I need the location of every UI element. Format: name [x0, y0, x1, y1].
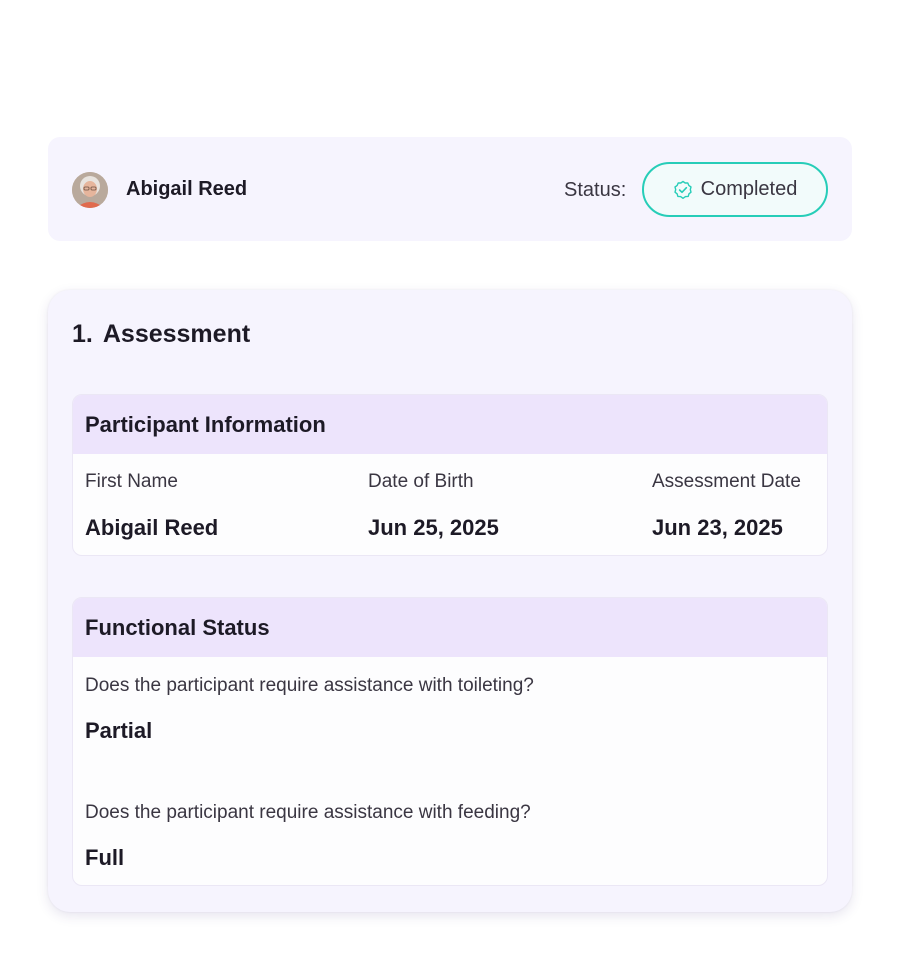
section-title-text: Assessment	[102, 320, 251, 348]
assessment-card: 1. Assessment Participant Information Fir…	[48, 290, 852, 912]
panel-title: Functional Status	[73, 598, 827, 657]
field-label: Assessment Date	[652, 471, 801, 492]
section-title: 1. Assessment	[72, 320, 250, 349]
participant-information-panel: Participant Information First Name Abiga…	[72, 394, 828, 556]
status-badge[interactable]: Completed	[642, 162, 828, 217]
field-value: Abigail Reed	[85, 515, 219, 540]
field-value: Jun 25, 2025	[368, 515, 499, 540]
answer-feeding: Full	[85, 845, 125, 870]
status-value: Completed	[700, 178, 798, 200]
field-value: Jun 23, 2025	[652, 515, 783, 540]
answer-toileting: Partial	[85, 718, 153, 743]
panel-title: Participant Information	[73, 395, 827, 454]
field-date-of-birth: Date of Birth Jun 25, 2025	[368, 471, 499, 541]
field-label: First Name	[85, 471, 178, 492]
question-feeding: Does the participant require assistance …	[85, 802, 531, 823]
question-toileting: Does the participant require assistance …	[85, 675, 534, 696]
section-number: 1.	[72, 320, 93, 348]
field-label: Date of Birth	[368, 471, 474, 492]
functional-status-panel: Functional Status Does the participant r…	[72, 597, 828, 886]
participant-header: Abigail Reed Status: Completed	[48, 137, 852, 241]
field-first-name: First Name Abigail Reed	[85, 471, 218, 541]
field-assessment-date: Assessment Date Jun 23, 2025	[652, 471, 801, 541]
status-label: Status:	[564, 179, 627, 201]
avatar	[72, 172, 108, 208]
participant-name: Abigail Reed	[126, 178, 248, 200]
check-circle-icon	[673, 180, 693, 200]
